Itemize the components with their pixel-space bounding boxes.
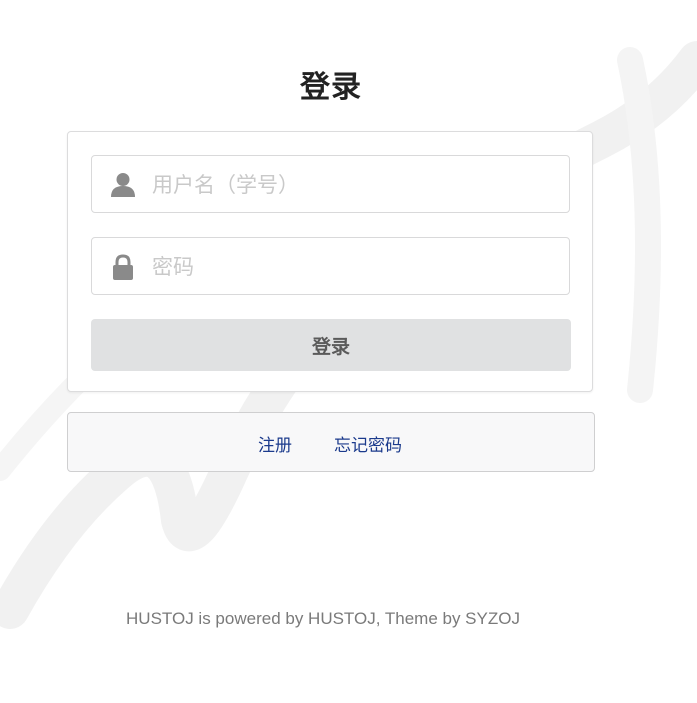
password-field[interactable] [91, 237, 570, 295]
page-title: 登录 [300, 70, 362, 105]
user-icon [110, 172, 136, 198]
login-button[interactable]: 登录 [91, 319, 571, 371]
register-link[interactable]: 注册 [258, 431, 292, 456]
password-input[interactable] [150, 246, 554, 288]
username-field[interactable] [91, 155, 570, 213]
lock-icon [110, 254, 136, 280]
forgot-password-link[interactable]: 忘记密码 [334, 431, 402, 456]
username-input[interactable] [150, 164, 554, 206]
auth-links-bar: 注册 忘记密码 [67, 412, 595, 472]
footer-credit: HUSTOJ is powered by HUSTOJ, Theme by SY… [126, 609, 520, 628]
login-form-card: 登录 [67, 131, 593, 392]
